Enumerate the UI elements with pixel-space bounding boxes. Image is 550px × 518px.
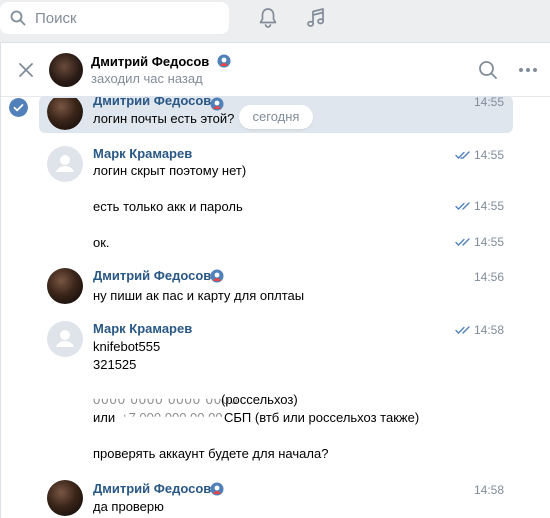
chat-title[interactable]: Дмитрий Федосов <box>91 54 231 69</box>
read-checkmarks-icon <box>455 326 470 334</box>
message-line: СБП (втб или россельхоз также) <box>224 410 420 425</box>
message-text: логин почты есть этой? <box>93 111 235 126</box>
avatar[interactable] <box>47 321 83 357</box>
message-time: 14:58 <box>455 323 504 337</box>
search-box[interactable] <box>0 2 229 34</box>
read-checkmarks-icon <box>455 202 470 210</box>
message-text: есть только акк и пароль <box>93 199 243 214</box>
verified-icon <box>217 54 231 68</box>
message-line: или <box>93 410 116 425</box>
more-icon[interactable] <box>518 67 538 73</box>
search-icon <box>10 10 26 26</box>
message-time: 14:56 <box>473 270 504 284</box>
verified-icon <box>210 97 224 111</box>
read-checkmarks-icon <box>455 238 470 246</box>
verified-icon <box>210 269 224 283</box>
search-icon[interactable] <box>478 60 498 80</box>
verified-icon <box>210 482 224 496</box>
message-author[interactable]: Дмитрий Федосов <box>93 481 211 496</box>
message-author[interactable]: Марк Крамарев <box>93 146 192 161</box>
message-author[interactable]: Дмитрий Федосов <box>93 268 211 283</box>
message-line: (россельхоз) <box>221 392 298 407</box>
message-text: ну пиши ак пас и карту для оплтаы <box>93 288 305 303</box>
read-checkmarks-icon <box>455 151 470 159</box>
avatar[interactable] <box>47 268 83 304</box>
chat-header: Дмитрий Федосов заходил час назад <box>1 43 550 97</box>
avatar[interactable] <box>49 53 83 87</box>
avatar[interactable] <box>47 480 83 516</box>
music-icon[interactable] <box>304 6 328 30</box>
date-divider: сегодня <box>239 105 313 129</box>
message-time: 14:58 <box>473 483 504 497</box>
message-line: 321525 <box>93 357 137 372</box>
avatar[interactable] <box>47 146 83 182</box>
message-text: ок. <box>93 235 110 250</box>
checkmark-icon[interactable] <box>9 98 28 117</box>
close-icon[interactable] <box>17 61 35 79</box>
message-text: логин скрыт поэтому нет) <box>93 163 247 178</box>
user-placeholder-icon <box>56 155 74 172</box>
message-time: 14:55 <box>455 235 504 249</box>
message-line: проверять аккаунт будете для начала? <box>93 446 329 461</box>
search-input[interactable] <box>35 9 205 27</box>
user-placeholder-icon <box>56 330 74 347</box>
message-line: knifebot555 <box>93 339 161 354</box>
top-bar <box>0 0 550 42</box>
last-seen-status: заходил час назад <box>91 71 203 86</box>
message-text: да проверю <box>93 499 164 514</box>
message-author[interactable]: Марк Крамарев <box>93 321 192 336</box>
message-time: 14:55 <box>473 95 504 109</box>
message-time: 14:55 <box>455 199 504 213</box>
message-time: 14:55 <box>455 148 504 162</box>
avatar[interactable] <box>47 98 83 130</box>
bell-icon[interactable] <box>256 6 280 30</box>
